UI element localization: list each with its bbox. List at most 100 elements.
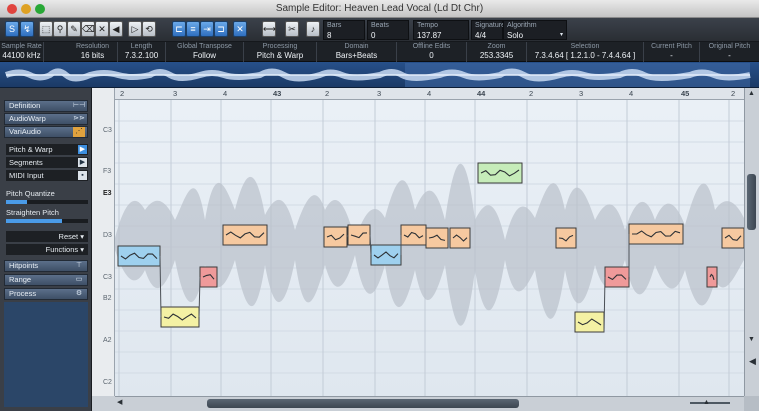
vari-audio-edit-area[interactable]: [115, 100, 744, 396]
arrow-left-icon[interactable]: ◀: [117, 398, 122, 406]
pitch-warp-icon: ▶: [78, 145, 87, 154]
ruler-bar-label: 43: [273, 89, 282, 98]
info-original-pitch: Original Pitch -: [708, 43, 751, 60]
erase-icon[interactable]: ⌫: [81, 21, 95, 37]
chevron-down-icon: ▾: [78, 232, 84, 241]
ruler-bar-label: 44: [477, 89, 486, 98]
vertical-scroll-thumb[interactable]: [747, 174, 756, 230]
autoscroll-icon[interactable]: ≡: [186, 21, 200, 37]
pitch-quantize-slider[interactable]: [6, 200, 88, 204]
pitch-quantize-label: Pitch Quantize: [6, 189, 55, 198]
timeline-ruler[interactable]: 2 3 4 43 2 3 4 44 2 3 4 45 2: [115, 88, 744, 100]
arrow-up-icon[interactable]: ▲: [748, 90, 755, 97]
info-length: Length 7.3.2.100: [118, 42, 166, 62]
toolbar: S ↯ ⬚ ⚲ ✎ ⌫ ✕ ◀ ▷ ⟲ ⊏ ≡ ⇥ ⊐ ✕ ⟷ ✂ ♪ Bars…: [0, 18, 759, 42]
variaudio-icon: ⋰: [73, 127, 85, 137]
bars-field[interactable]: Bars 8: [323, 20, 365, 40]
zoom-thumb-icon[interactable]: ▲: [703, 399, 710, 406]
info-resolution: Resolution 16 bits: [68, 42, 118, 62]
zoom-icon[interactable]: ⚲: [53, 21, 67, 37]
signature-field[interactable]: Signature 4/4: [471, 20, 505, 40]
note-label-b2: B2: [103, 295, 112, 302]
tempo-field[interactable]: Tempo 137.87: [413, 20, 469, 40]
pitch-segment[interactable]: [222, 224, 268, 246]
segment-connector: [603, 276, 606, 333]
range-section[interactable]: Range ▭: [4, 274, 88, 286]
arrow-down-icon[interactable]: ▼: [748, 336, 755, 343]
note-label-c3: C3: [103, 127, 112, 134]
definition-icon: ⊢⊣: [73, 102, 86, 109]
info-selection[interactable]: Selection 7.3.4.64 [ 1.2.1.0 - 7.4.4.64 …: [527, 42, 644, 62]
metronome-icon[interactable]: ♪: [306, 21, 320, 37]
chevron-down-icon: ▾: [559, 32, 563, 38]
draw-icon[interactable]: ✎: [67, 21, 81, 37]
info-line: Sample Rate 44100 kHz Resolution 16 bits…: [0, 42, 759, 62]
straighten-pitch-slider[interactable]: [6, 219, 88, 223]
info-global-transpose[interactable]: Global Transpose Follow: [166, 42, 244, 62]
scrollbar-corner: [744, 396, 759, 411]
split-icon[interactable]: ⟷: [262, 21, 276, 37]
tool-segments[interactable]: Segments ▶: [6, 157, 88, 168]
functions-menu[interactable]: Functions ▾: [6, 244, 88, 255]
midi-input-icon: ▪: [78, 171, 87, 180]
horizontal-scroll-thumb[interactable]: [207, 399, 519, 408]
pitch-segment[interactable]: [574, 311, 605, 333]
reset-button[interactable]: Reset ▾: [6, 231, 88, 242]
note-label-c3-lower: C3: [103, 274, 112, 281]
pitch-segment[interactable]: [706, 266, 718, 288]
title-bar: Sample Editor: Heaven Lead Vocal (Ld Dt …: [0, 0, 759, 18]
tool-midi-input[interactable]: MIDI Input ▪: [6, 170, 88, 181]
zoom-vertical-icon[interactable]: ◀: [749, 356, 756, 367]
process-section[interactable]: Process ⚙: [4, 288, 88, 300]
audiowarp-section[interactable]: AudioWarp ⋗⋗: [4, 113, 88, 125]
audiowarp-icon: ⋗⋗: [73, 115, 85, 122]
inspector-empty-area: [4, 302, 88, 407]
algorithm-select[interactable]: Algorithm Solo ▾: [503, 20, 567, 40]
overview-waveform[interactable]: [0, 62, 759, 88]
beats-field[interactable]: Beats 0: [367, 20, 409, 40]
note-label-d3: D3: [103, 232, 112, 239]
x-icon[interactable]: ✕: [233, 21, 247, 37]
pitch-segment[interactable]: [199, 266, 218, 288]
note-label-c2: C2: [103, 379, 112, 386]
play-icon[interactable]: ▷: [128, 21, 142, 37]
piano-keyboard[interactable]: [92, 88, 115, 396]
ruler-label: 3: [579, 89, 584, 98]
range-select-icon[interactable]: ⬚: [39, 21, 53, 37]
ruler-label: 2: [120, 89, 125, 98]
scrub-icon[interactable]: ⇥: [200, 21, 214, 37]
note-label-a2: A2: [103, 337, 112, 344]
horizontal-zoom-slider[interactable]: [690, 402, 730, 404]
snap-icon[interactable]: ⊏: [172, 21, 186, 37]
pitch-quantize-level: [6, 200, 28, 204]
inspector-panel: Definition ⊢⊣ AudioWarp ⋗⋗ VariAudio ⋰ P…: [0, 88, 92, 411]
info-zoom[interactable]: Zoom 253.3345: [467, 42, 527, 62]
definition-section[interactable]: Definition ⊢⊣: [4, 100, 88, 112]
variaudio-section[interactable]: VariAudio ⋰: [4, 126, 88, 138]
hitpoints-section[interactable]: Hitpoints ⊤: [4, 260, 88, 272]
ruler-bar-label: 45: [681, 89, 690, 98]
vertical-scrollbar[interactable]: ▲ ▼ ◀: [744, 88, 759, 396]
mute-icon[interactable]: ✕: [95, 21, 109, 37]
pitch-segment[interactable]: [160, 306, 200, 328]
info-processing[interactable]: Processing Pitch & Warp: [244, 42, 317, 62]
info-domain[interactable]: Domain Bars+Beats: [317, 42, 397, 62]
solo-icon[interactable]: S: [5, 21, 19, 37]
scrollbar-corner-left: [92, 396, 115, 411]
range-icon: ▭: [75, 276, 83, 283]
cut-icon[interactable]: ✂: [285, 21, 299, 37]
hitpoints-icon: ⊤: [75, 262, 83, 269]
feedback-icon[interactable]: ↯: [20, 21, 34, 37]
ruler-label: 4: [427, 89, 432, 98]
loop-play-icon[interactable]: ⊐: [214, 21, 228, 37]
straighten-pitch-label: Straighten Pitch: [6, 208, 59, 217]
info-offline-edits: Offline Edits 0: [397, 42, 467, 62]
tool-pitch-warp[interactable]: Pitch & Warp ▶: [6, 144, 88, 155]
speaker-icon[interactable]: ◀: [109, 21, 123, 37]
info-sample-rate: Sample Rate 44100 kHz: [0, 42, 44, 62]
ruler-label: 3: [377, 89, 382, 98]
pitch-grid-graphic: [115, 100, 744, 396]
ruler-label: 2: [325, 89, 330, 98]
loop-icon[interactable]: ⟲: [142, 21, 156, 37]
horizontal-scrollbar[interactable]: ◀ ▲: [115, 396, 744, 411]
